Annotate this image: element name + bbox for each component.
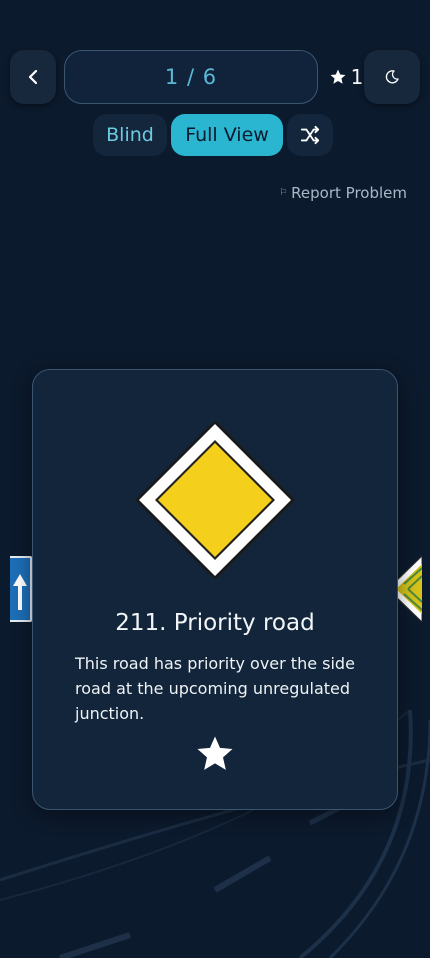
- shuffle-button[interactable]: [287, 114, 333, 156]
- star-icon: [330, 69, 346, 84]
- priority-road-sign-icon: [398, 555, 422, 623]
- report-problem-label: Report Problem: [291, 184, 407, 202]
- sign-card: 211. Priority road This road has priorit…: [32, 369, 398, 810]
- shuffle-icon: [300, 125, 320, 145]
- favorites-count: 1: [350, 65, 364, 89]
- next-sign-card-peek[interactable]: [398, 554, 422, 624]
- previous-sign-card-peek[interactable]: [10, 556, 32, 622]
- sign-counter: 1 / 6: [64, 50, 318, 104]
- full-view-mode-button[interactable]: Full View: [171, 114, 283, 156]
- top-bar: 1 / 6 1: [10, 50, 420, 106]
- flag-icon: ⚐: [279, 188, 288, 198]
- favorites-counter[interactable]: 1: [326, 50, 366, 104]
- back-button[interactable]: [10, 50, 56, 104]
- view-mode-switcher: Blind Full View: [93, 114, 333, 158]
- theme-toggle-button[interactable]: [364, 50, 420, 104]
- moon-icon: [385, 70, 399, 84]
- favorite-star-button[interactable]: [195, 734, 235, 774]
- blind-mode-button[interactable]: Blind: [93, 114, 167, 156]
- arrow-up-icon: [13, 574, 27, 610]
- sign-title: 211. Priority road: [115, 610, 315, 636]
- report-problem-link[interactable]: ⚐ Report Problem: [279, 184, 407, 202]
- priority-road-sign-icon: [135, 420, 295, 580]
- sign-description: This road has priority over the side roa…: [75, 654, 355, 723]
- chevron-left-icon: [28, 69, 38, 85]
